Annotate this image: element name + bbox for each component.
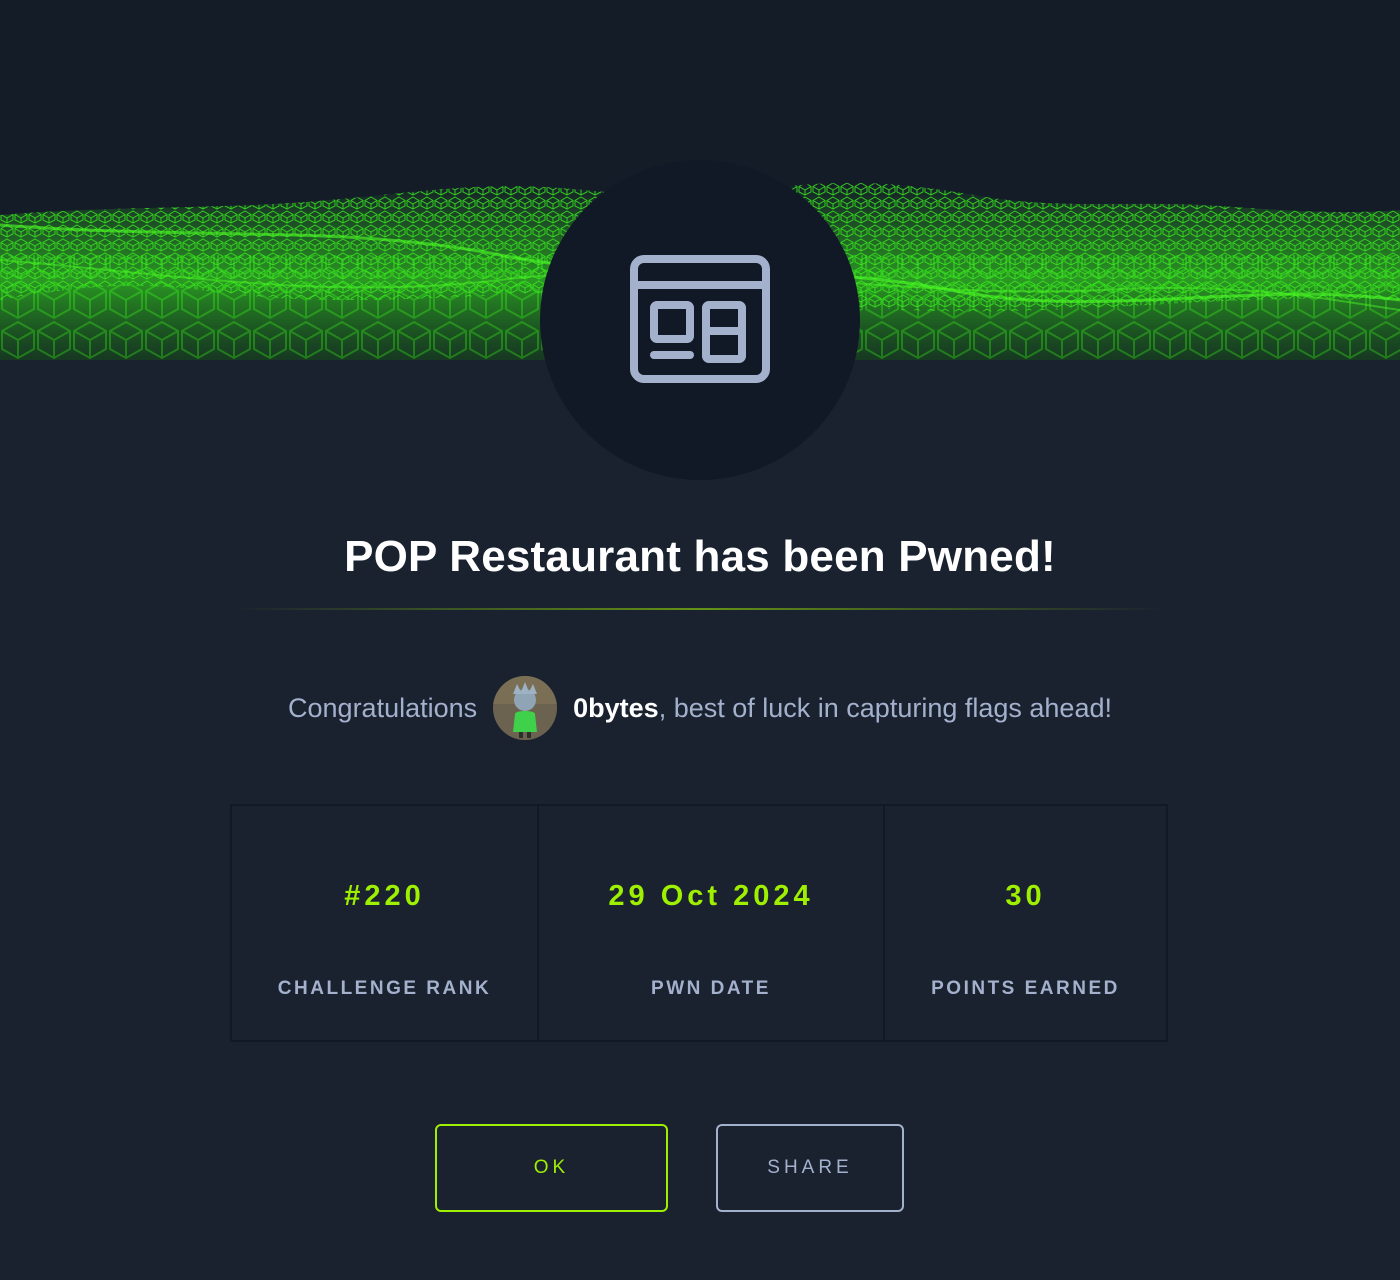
stat-pwn-date: 29 Oct 2024 PWN DATE	[539, 806, 885, 1040]
stat-value: 30	[1005, 880, 1046, 912]
stat-label: PWN DATE	[651, 978, 771, 999]
stat-label: POINTS EARNED	[931, 978, 1120, 999]
congrats-prefix: Congratulations	[288, 692, 478, 723]
congrats-suffix: , best of luck in capturing flags ahead!	[658, 692, 1112, 723]
share-button[interactable]: SHARE	[716, 1124, 904, 1212]
user-avatar[interactable]	[493, 676, 558, 740]
stats-panel: #220 CHALLENGE RANK 29 Oct 2024 PWN DATE…	[230, 804, 1168, 1042]
challenge-badge	[540, 160, 860, 480]
browser-window-icon	[630, 255, 770, 383]
username: 0bytes	[573, 692, 659, 723]
stat-value: #220	[344, 880, 425, 912]
ok-button[interactable]: OK	[435, 1124, 668, 1212]
stat-points-earned: 30 POINTS EARNED	[885, 806, 1166, 1040]
page-title: POP Restaurant has been Pwned!	[344, 532, 1056, 581]
congrats-message: Congratulations 0bytes, best of luck in …	[0, 676, 1400, 740]
title-divider	[235, 608, 1165, 610]
stat-challenge-rank: #220 CHALLENGE RANK	[232, 806, 539, 1040]
stat-label: CHALLENGE RANK	[277, 978, 492, 999]
stat-value: 29 Oct 2024	[608, 880, 814, 912]
